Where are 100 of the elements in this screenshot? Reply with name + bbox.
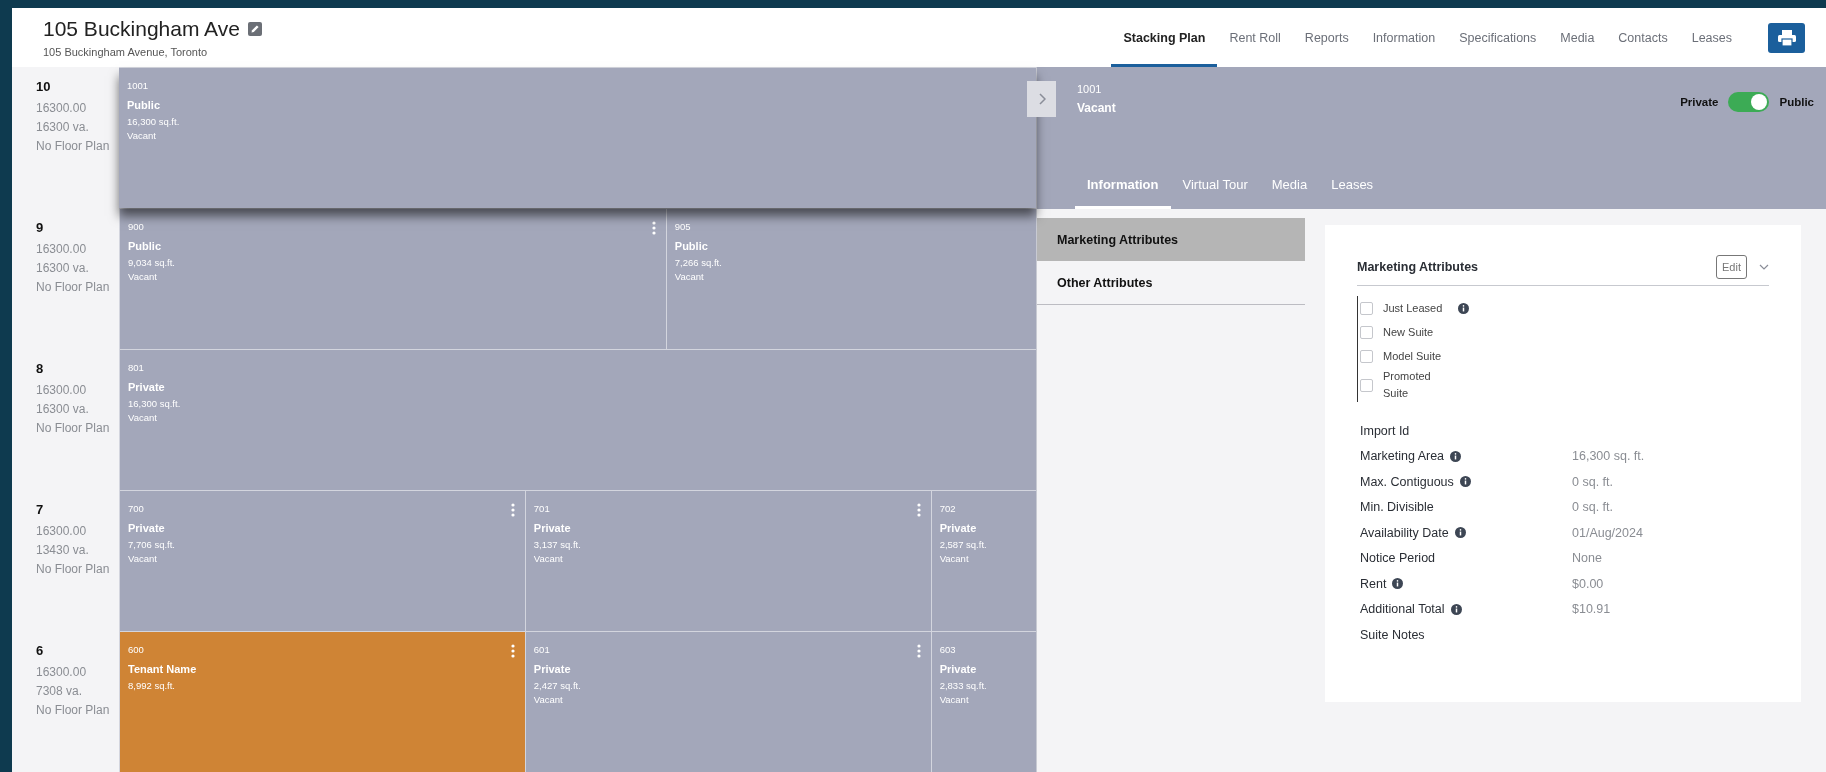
floor-area: 16300.00 xyxy=(36,240,119,259)
edit-icon[interactable] xyxy=(247,22,262,36)
printer-icon xyxy=(1777,29,1796,46)
nav-tab[interactable]: Information xyxy=(1360,8,1448,67)
edit-button[interactable]: Edit xyxy=(1716,255,1747,279)
suite-status: Vacant xyxy=(128,411,157,425)
floor-area: 16300.00 xyxy=(36,663,119,682)
building-title: 105 Buckingham Ave xyxy=(43,17,240,41)
suite-name: Public xyxy=(127,99,160,111)
field-value: None xyxy=(1572,551,1602,566)
collapse-button[interactable] xyxy=(1027,81,1056,117)
detail-tab[interactable]: Information xyxy=(1075,177,1171,209)
field-value: 16,300 sq. ft. xyxy=(1572,449,1645,464)
more-icon[interactable] xyxy=(916,644,921,658)
suite-status: Vacant xyxy=(127,129,156,143)
vacant-area: 13430 va. xyxy=(36,541,119,560)
suite-status: Vacant xyxy=(128,552,157,566)
suite-status: Vacant xyxy=(674,270,704,284)
checkbox[interactable] xyxy=(1360,325,1373,339)
floor-area: 16300.00 xyxy=(36,522,119,541)
nav-tab[interactable]: Specifications xyxy=(1447,8,1549,67)
suite-block[interactable]: 701 Private 3,137 sq.ft. Vacant xyxy=(524,491,931,631)
section-item[interactable]: Marketing Attributes xyxy=(1037,218,1305,261)
suite-block[interactable]: 603 Private 2,833 sq.ft. Vacant xyxy=(930,632,1036,772)
card-title: Marketing Attributes xyxy=(1357,260,1480,274)
suite-block[interactable]: 601 Private 2,427 sq.ft. Vacant xyxy=(524,632,931,772)
more-icon[interactable] xyxy=(510,503,515,517)
suite-area: 7,706 sq.ft. xyxy=(128,538,175,552)
checkbox[interactable] xyxy=(1360,378,1373,392)
detail-tab[interactable]: Media xyxy=(1259,177,1320,209)
suite-block[interactable]: 600 Tenant Name 8,992 sq.ft. xyxy=(119,632,525,772)
suite-name: Private xyxy=(128,381,165,393)
suite-number: 603 xyxy=(939,644,956,655)
floor-number: 6 xyxy=(36,643,45,658)
toggle-label: Private xyxy=(1680,96,1719,108)
floor-plan-label: No Floor Plan xyxy=(36,702,111,719)
suite-status: Vacant xyxy=(939,693,969,707)
suite-number: 600 xyxy=(128,644,144,655)
suite-block[interactable]: 700 Private 7,706 sq.ft. Vacant xyxy=(119,491,525,631)
suite-area: 2,427 sq.ft. xyxy=(533,679,581,693)
checkbox[interactable] xyxy=(1360,301,1373,315)
floor-number: 7 xyxy=(36,502,45,517)
nav-tab[interactable]: Rent Roll xyxy=(1217,8,1293,67)
nav-tab[interactable]: Leases xyxy=(1679,8,1744,67)
info-icon[interactable] xyxy=(1458,302,1470,314)
info-icon[interactable] xyxy=(1454,527,1466,539)
suite-block[interactable]: 1001 Public 16,300 sq.ft. Vacant xyxy=(119,68,1036,208)
field-label: Import Id xyxy=(1360,423,1410,438)
suite-status: Vacant xyxy=(533,693,563,707)
field-label: Rent xyxy=(1360,576,1387,591)
suite-status: Vacant xyxy=(939,552,969,566)
info-icon[interactable] xyxy=(1392,578,1404,590)
suite-number: 900 xyxy=(128,221,144,232)
info-icon[interactable] xyxy=(1450,603,1462,615)
nav-tab[interactable]: Reports xyxy=(1292,8,1361,67)
floor-number: 9 xyxy=(36,220,45,235)
more-icon[interactable] xyxy=(510,644,515,658)
suite-name: Tenant Name xyxy=(128,663,197,675)
nav-tab[interactable]: Media xyxy=(1548,8,1607,67)
suite-status: Vacant xyxy=(1077,101,1116,115)
field-value: 0 sq. ft. xyxy=(1572,500,1613,515)
field-value: $10.91 xyxy=(1572,602,1611,617)
suite-area: 9,034 sq.ft. xyxy=(128,256,175,270)
floor-area: 16300.00 xyxy=(36,381,119,400)
print-button[interactable] xyxy=(1768,22,1805,53)
field-label: Notice Period xyxy=(1360,551,1436,566)
suite-block[interactable]: 905 Public 7,266 sq.ft. Vacant xyxy=(665,209,1036,349)
suite-block[interactable]: 801 Private 16,300 sq.ft. Vacant xyxy=(119,350,1036,490)
field-label: Additional Total xyxy=(1360,602,1445,617)
floor-number: 10 xyxy=(36,79,52,94)
more-icon[interactable] xyxy=(651,221,656,235)
suite-status: Vacant xyxy=(128,270,157,284)
suite-status: Vacant xyxy=(533,552,563,566)
checkbox[interactable] xyxy=(1360,349,1373,363)
info-icon[interactable] xyxy=(1450,450,1462,462)
suite-number: 701 xyxy=(533,503,550,514)
field-label: Marketing Area xyxy=(1360,449,1445,464)
vacant-area: 7308 va. xyxy=(36,682,119,701)
floor-plan-label: No Floor Plan xyxy=(36,138,111,155)
field-label: Availability Date xyxy=(1360,525,1449,540)
checkbox-label: Just Leased xyxy=(1383,300,1443,316)
suite-area: 16,300 sq.ft. xyxy=(128,397,181,411)
nav-tab[interactable]: Contacts xyxy=(1606,8,1680,67)
suite-area: 2,833 sq.ft. xyxy=(939,679,987,693)
info-icon[interactable] xyxy=(1459,476,1471,488)
detail-tab[interactable]: Virtual Tour xyxy=(1170,177,1260,209)
suite-block[interactable]: 702 Private 2,587 sq.ft. Vacant xyxy=(930,491,1036,631)
visibility-toggle[interactable] xyxy=(1728,92,1770,112)
vacant-area: 16300 va. xyxy=(36,400,119,419)
floor-plan-label: No Floor Plan xyxy=(36,279,111,296)
chevron-down-icon[interactable] xyxy=(1759,264,1769,270)
section-item[interactable]: Other Attributes xyxy=(1037,261,1305,305)
suite-block[interactable]: 900 Public 9,034 sq.ft. Vacant xyxy=(119,209,666,349)
detail-tab[interactable]: Leases xyxy=(1319,177,1386,209)
more-icon[interactable] xyxy=(916,503,921,517)
vacant-area: 16300 va. xyxy=(36,118,119,137)
checkbox-label: Model Suite xyxy=(1383,348,1442,364)
toggle-label: Public xyxy=(1779,96,1814,108)
field-label: Min. Divisible xyxy=(1360,500,1434,515)
field-value: $0.00 xyxy=(1572,576,1604,591)
